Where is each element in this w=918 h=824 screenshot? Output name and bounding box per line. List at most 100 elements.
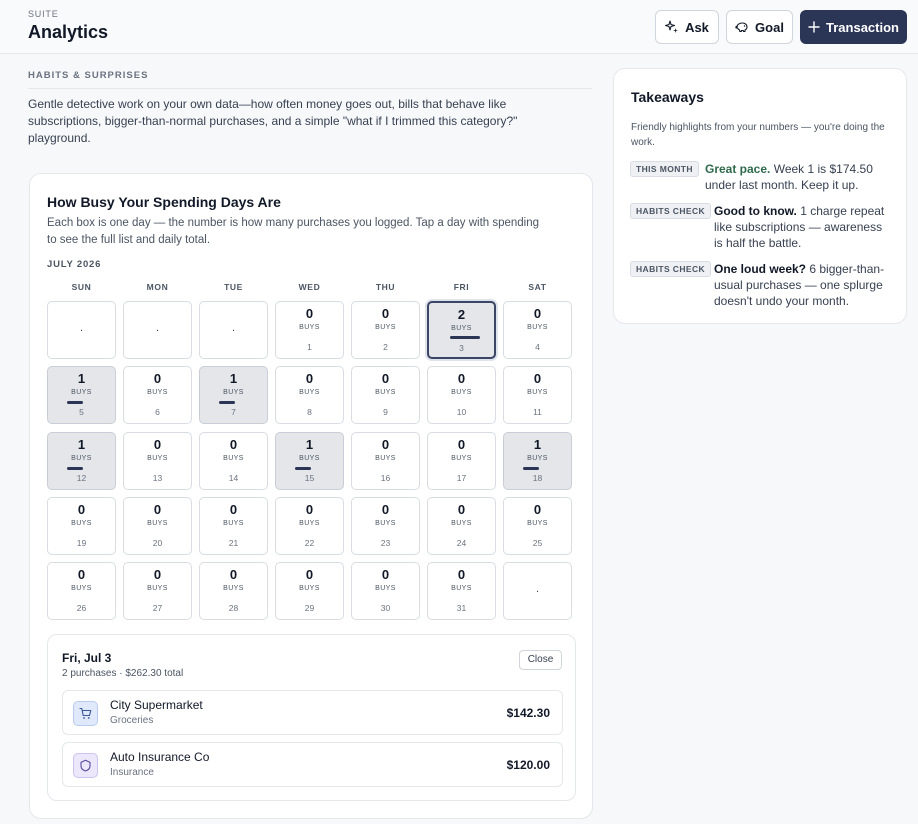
calendar-day-cell[interactable]: 0 BUYS 23 (351, 497, 420, 555)
day-number: 2 (383, 342, 388, 352)
calendar-day-cell[interactable]: 0 BUYS 1 (275, 301, 344, 359)
transaction-row[interactable]: City Supermarket Groceries $142.30 (62, 690, 563, 735)
calendar-day-cell[interactable]: 1 BUYS 15 (275, 432, 344, 490)
buys-label: BUYS (223, 455, 244, 462)
transaction-row[interactable]: Auto Insurance Co Insurance $120.00 (62, 742, 563, 787)
purchase-count: 1 (533, 437, 542, 452)
calendar-day-cell[interactable]: 1 BUYS 18 (503, 432, 572, 490)
calendar-day-cell[interactable]: 0 BUYS 26 (47, 562, 116, 620)
calendar-day-cell[interactable]: 0 BUYS 21 (199, 497, 268, 555)
calendar-day-cell[interactable]: 0 BUYS 25 (503, 497, 572, 555)
calendar-day-cell[interactable]: 0 BUYS 28 (199, 562, 268, 620)
buys-label: BUYS (527, 520, 548, 527)
calendar-day-cell[interactable]: 0 BUYS 27 (123, 562, 192, 620)
buys-label: BUYS (299, 324, 320, 331)
goal-button[interactable]: Goal (726, 10, 793, 44)
purchase-count: 1 (229, 371, 238, 386)
calendar-day-cell[interactable]: 0 BUYS 6 (123, 366, 192, 424)
day-number: 15 (304, 473, 315, 483)
calendar-day-cell[interactable]: 0 BUYS 17 (427, 432, 496, 490)
day-number: 17 (456, 473, 467, 483)
calendar-day-cell[interactable]: 0 BUYS 9 (351, 366, 420, 424)
buys-label: BUYS (527, 455, 548, 462)
close-button[interactable]: Close (519, 650, 562, 670)
transaction-name: Auto Insurance Co (110, 750, 210, 764)
cart-icon (73, 701, 98, 726)
takeaway-text: Great pace. Week 1 is $174.50 under last… (705, 161, 895, 193)
weekday-mon: MON (146, 282, 169, 292)
takeaway-lead: One loud week? (714, 262, 807, 276)
buys-label: BUYS (299, 520, 320, 527)
buys-label: BUYS (147, 585, 168, 592)
buys-label: BUYS (527, 324, 548, 331)
calendar-day-cell[interactable]: 1 BUYS 7 (199, 366, 268, 424)
takeaways-card: Takeaways Friendly highlights from your … (613, 68, 907, 324)
section-intro: Gentle detective work on your own data—h… (28, 97, 518, 145)
ask-button[interactable]: Ask (655, 10, 719, 44)
empty-day-mark: . (155, 322, 160, 334)
purchase-count: 0 (305, 502, 314, 517)
calendar-empty-cell: . (199, 301, 268, 359)
purchase-count: 0 (381, 502, 390, 517)
calendar-day-cell[interactable]: 0 BUYS 10 (427, 366, 496, 424)
calendar-day-cell[interactable]: 0 BUYS 8 (275, 366, 344, 424)
activity-bar (450, 336, 480, 339)
day-number: 27 (152, 603, 163, 613)
weekday-sat: SAT (528, 282, 547, 292)
calendar-day-cell[interactable]: 0 BUYS 20 (123, 497, 192, 555)
calendar-day-cell[interactable]: 0 BUYS 4 (503, 301, 572, 359)
purchase-count: 0 (305, 371, 314, 386)
calendar-day-cell[interactable]: 0 BUYS 31 (427, 562, 496, 620)
buys-label: BUYS (223, 389, 244, 396)
purchase-count: 0 (77, 567, 86, 582)
transaction-amount: $142.30 (506, 706, 550, 720)
calendar-day-cell[interactable]: 0 BUYS 14 (199, 432, 268, 490)
goal-label: Goal (755, 19, 784, 35)
calendar-day-cell[interactable]: 1 BUYS 12 (47, 432, 116, 490)
buys-label: BUYS (527, 389, 548, 396)
buys-label: BUYS (147, 455, 168, 462)
sparkle-icon (665, 20, 679, 33)
purchase-count: 1 (77, 371, 86, 386)
weekday-tue: TUE (224, 282, 243, 292)
day-number: 7 (231, 407, 236, 417)
calendar-day-cell[interactable]: 0 BUYS 24 (427, 497, 496, 555)
calendar-day-cell[interactable]: 2 BUYS 3 (427, 301, 496, 359)
page-title: Analytics (28, 22, 109, 42)
buys-label: BUYS (147, 389, 168, 396)
takeaways-title: Takeaways (631, 89, 704, 105)
activity-bar (295, 467, 311, 470)
transaction-category: Insurance (110, 767, 154, 778)
calendar-day-cell[interactable]: 0 BUYS 16 (351, 432, 420, 490)
takeaway-lead: Good to know. (714, 204, 797, 218)
calendar-month: JULY 2026 (47, 259, 102, 270)
buys-label: BUYS (299, 585, 320, 592)
buys-label: BUYS (375, 455, 396, 462)
purchase-count: 2 (457, 307, 466, 322)
calendar-day-cell[interactable]: 1 BUYS 5 (47, 366, 116, 424)
weekday-wed: WED (298, 282, 321, 292)
spending-calendar-card: How Busy Your Spending Days Are Each box… (29, 173, 593, 819)
buys-label: BUYS (299, 389, 320, 396)
calendar-day-cell[interactable]: 0 BUYS 13 (123, 432, 192, 490)
weekday-sun: SUN (71, 282, 92, 292)
purchase-count: 0 (153, 567, 162, 582)
detail-summary: 2 purchases · $262.30 total (62, 668, 184, 679)
day-number: 6 (155, 407, 160, 417)
transaction-category: Groceries (110, 715, 154, 726)
calendar-day-cell[interactable]: 0 BUYS 19 (47, 497, 116, 555)
buys-label: BUYS (451, 389, 472, 396)
purchase-count: 0 (153, 502, 162, 517)
calendar-day-cell[interactable]: 0 BUYS 30 (351, 562, 420, 620)
calendar-day-cell[interactable]: 0 BUYS 2 (351, 301, 420, 359)
day-number: 13 (152, 473, 163, 483)
purchase-count: 0 (457, 567, 466, 582)
shield-icon (73, 753, 98, 778)
plus-icon (808, 21, 820, 33)
calendar-day-cell[interactable]: 0 BUYS 11 (503, 366, 572, 424)
day-number: 10 (456, 407, 467, 417)
calendar-day-cell[interactable]: 0 BUYS 22 (275, 497, 344, 555)
purchase-count: 0 (381, 371, 390, 386)
add-transaction-button[interactable]: Transaction (800, 10, 907, 44)
calendar-day-cell[interactable]: 0 BUYS 29 (275, 562, 344, 620)
